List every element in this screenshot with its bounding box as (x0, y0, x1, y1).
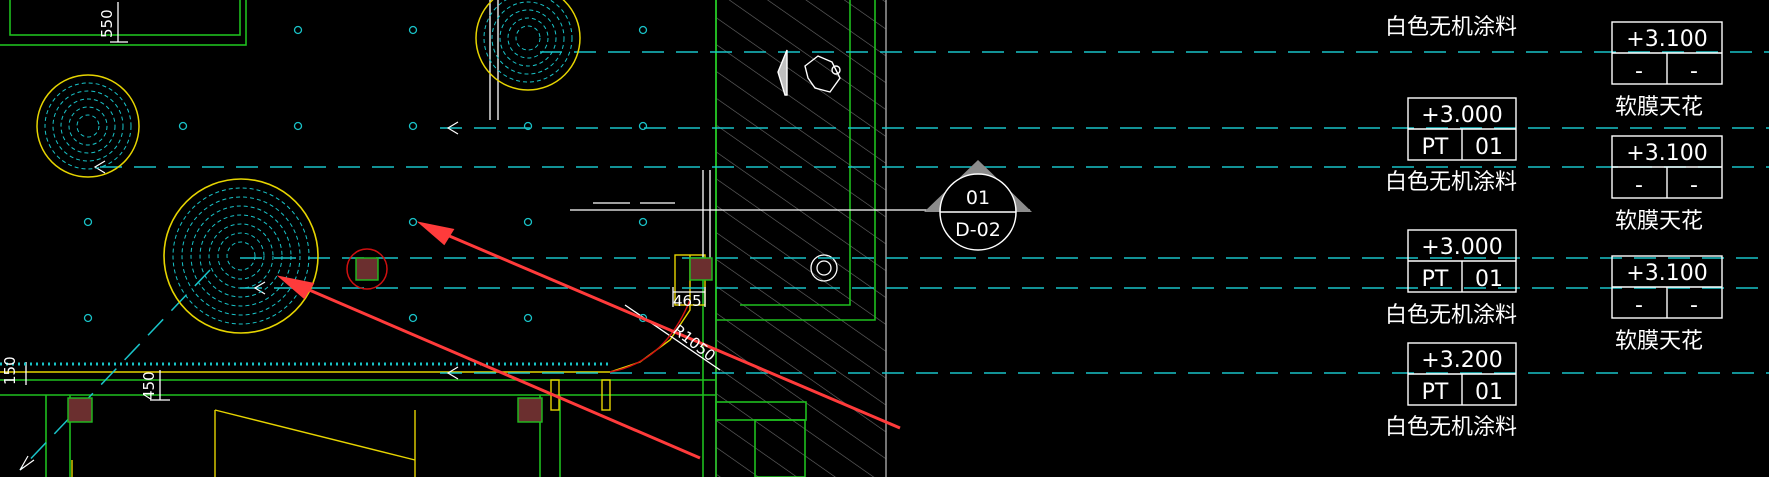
section-marker-bottom: D-02 (955, 219, 1001, 241)
dimension-r1050: R1050 (670, 321, 719, 365)
ceiling-circle-large (163, 178, 319, 334)
dimension-150: 150 (1, 356, 19, 385)
ceiling-tag-2: +3.000 PT 01 白色无机涂料 (1385, 97, 1517, 195)
ceiling-tag-5-elevation: +3.100 (1626, 261, 1707, 286)
wall-hatch (716, 0, 886, 477)
columns (67, 257, 713, 423)
ceiling-tag-1: +3.100 - - 软膜天花 (1611, 21, 1723, 120)
ceiling-tag-2-elevation: +3.000 (1421, 103, 1502, 128)
ceiling-tag-1-code: - (1635, 59, 1643, 84)
ceiling-tag-6-note: 白色无机涂料 (1385, 415, 1517, 440)
ceiling-tag-1-note: 软膜天花 (1615, 95, 1703, 120)
cad-drawing-canvas: 01 D-02 550 150 450 465 R1050 白色无机涂料 +3.… (0, 0, 1769, 477)
ceiling-circle-left (36, 74, 140, 178)
section-marker: 01 D-02 (924, 160, 1032, 251)
ceiling-tag-4: +3.000 PT 01 白色无机涂料 (1385, 229, 1517, 328)
dimension-550: 550 (98, 9, 116, 38)
section-marker-top: 01 (966, 187, 990, 209)
ceiling-tag-4-num: 01 (1475, 267, 1503, 292)
ceiling-tag-1-num: - (1690, 59, 1698, 84)
ceiling-tag-6-code: PT (1422, 380, 1449, 405)
ceiling-tag-5-code: - (1635, 293, 1643, 318)
ceiling-tag-3-code: - (1635, 173, 1643, 198)
ceiling-tag-2-note: 白色无机涂料 (1385, 170, 1517, 195)
ceiling-tag-4-code: PT (1422, 267, 1449, 292)
ceiling-tag-6-elevation: +3.200 (1421, 348, 1502, 373)
ceiling-tag-3-elevation: +3.100 (1626, 141, 1707, 166)
ceiling-tag-6-num: 01 (1475, 380, 1503, 405)
top-material-note: 白色无机涂料 (1385, 15, 1517, 40)
dimension-465: 465 (673, 292, 702, 310)
ceiling-tag-2-num: 01 (1475, 135, 1503, 160)
ceiling-tag-1-elevation: +3.100 (1626, 27, 1707, 52)
red-arrow-1-head (416, 221, 455, 246)
ceiling-tag-3: +3.100 - - 软膜天花 (1611, 135, 1723, 234)
ceiling-tag-5: +3.100 - - 软膜天花 (1611, 255, 1723, 354)
ceiling-tag-2-code: PT (1422, 135, 1449, 160)
dimension-450: 450 (140, 371, 158, 400)
ceiling-circle-small-top (475, 0, 581, 91)
ceiling-tag-5-num: - (1690, 293, 1698, 318)
ceiling-tag-4-note: 白色无机涂料 (1385, 303, 1517, 328)
ceiling-tag-6: +3.200 PT 01 白色无机涂料 (1385, 342, 1517, 440)
ceiling-tag-3-note: 软膜天花 (1615, 209, 1703, 234)
ceiling-tag-4-elevation: +3.000 (1421, 235, 1502, 260)
ceiling-tag-5-note: 软膜天花 (1615, 329, 1703, 354)
ceiling-tag-3-num: - (1690, 173, 1698, 198)
